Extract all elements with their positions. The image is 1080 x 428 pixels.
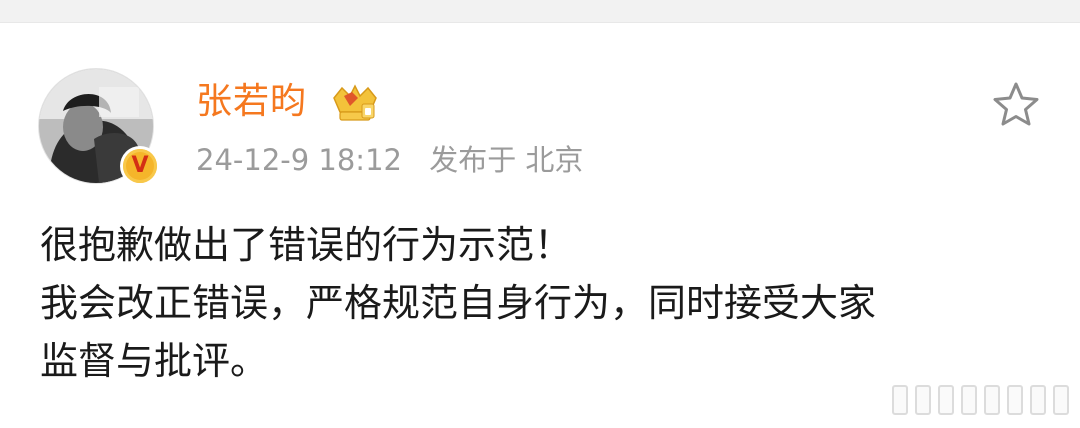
vip-crown-icon[interactable] — [330, 82, 380, 124]
top-divider — [0, 0, 1080, 23]
watermark-bar — [915, 385, 931, 415]
author-avatar[interactable]: V — [38, 68, 160, 188]
post-source: 发布于 北京 — [429, 143, 584, 177]
watermark-bar — [984, 385, 1000, 415]
watermark-bar — [961, 385, 977, 415]
post-content: 很抱歉做出了错误的行为示范！ 我会改正错误，严格规范自身行为，同时接受大家 监督… — [40, 216, 1050, 390]
watermark-bar — [1030, 385, 1046, 415]
content-line-1: 很抱歉做出了错误的行为示范！ — [40, 223, 573, 267]
watermark-bar — [938, 385, 954, 415]
watermark-bar — [1053, 385, 1069, 415]
watermark-bars — [892, 383, 1070, 417]
verified-v-icon: V — [123, 149, 157, 183]
verified-badge: V — [120, 146, 160, 186]
author-name[interactable]: 张若昀 — [196, 78, 307, 126]
watermark-bar — [892, 385, 908, 415]
post-meta: 24-12-9 18:12 发布于 北京 — [196, 140, 601, 180]
watermark-bar — [1007, 385, 1023, 415]
post-date: 24-12-9 18:12 — [196, 143, 402, 177]
content-line-3: 监督与批评。 — [40, 339, 269, 383]
content-line-2: 我会改正错误，严格规范自身行为，同时接受大家 — [40, 281, 877, 325]
star-outline-icon[interactable] — [990, 80, 1042, 128]
